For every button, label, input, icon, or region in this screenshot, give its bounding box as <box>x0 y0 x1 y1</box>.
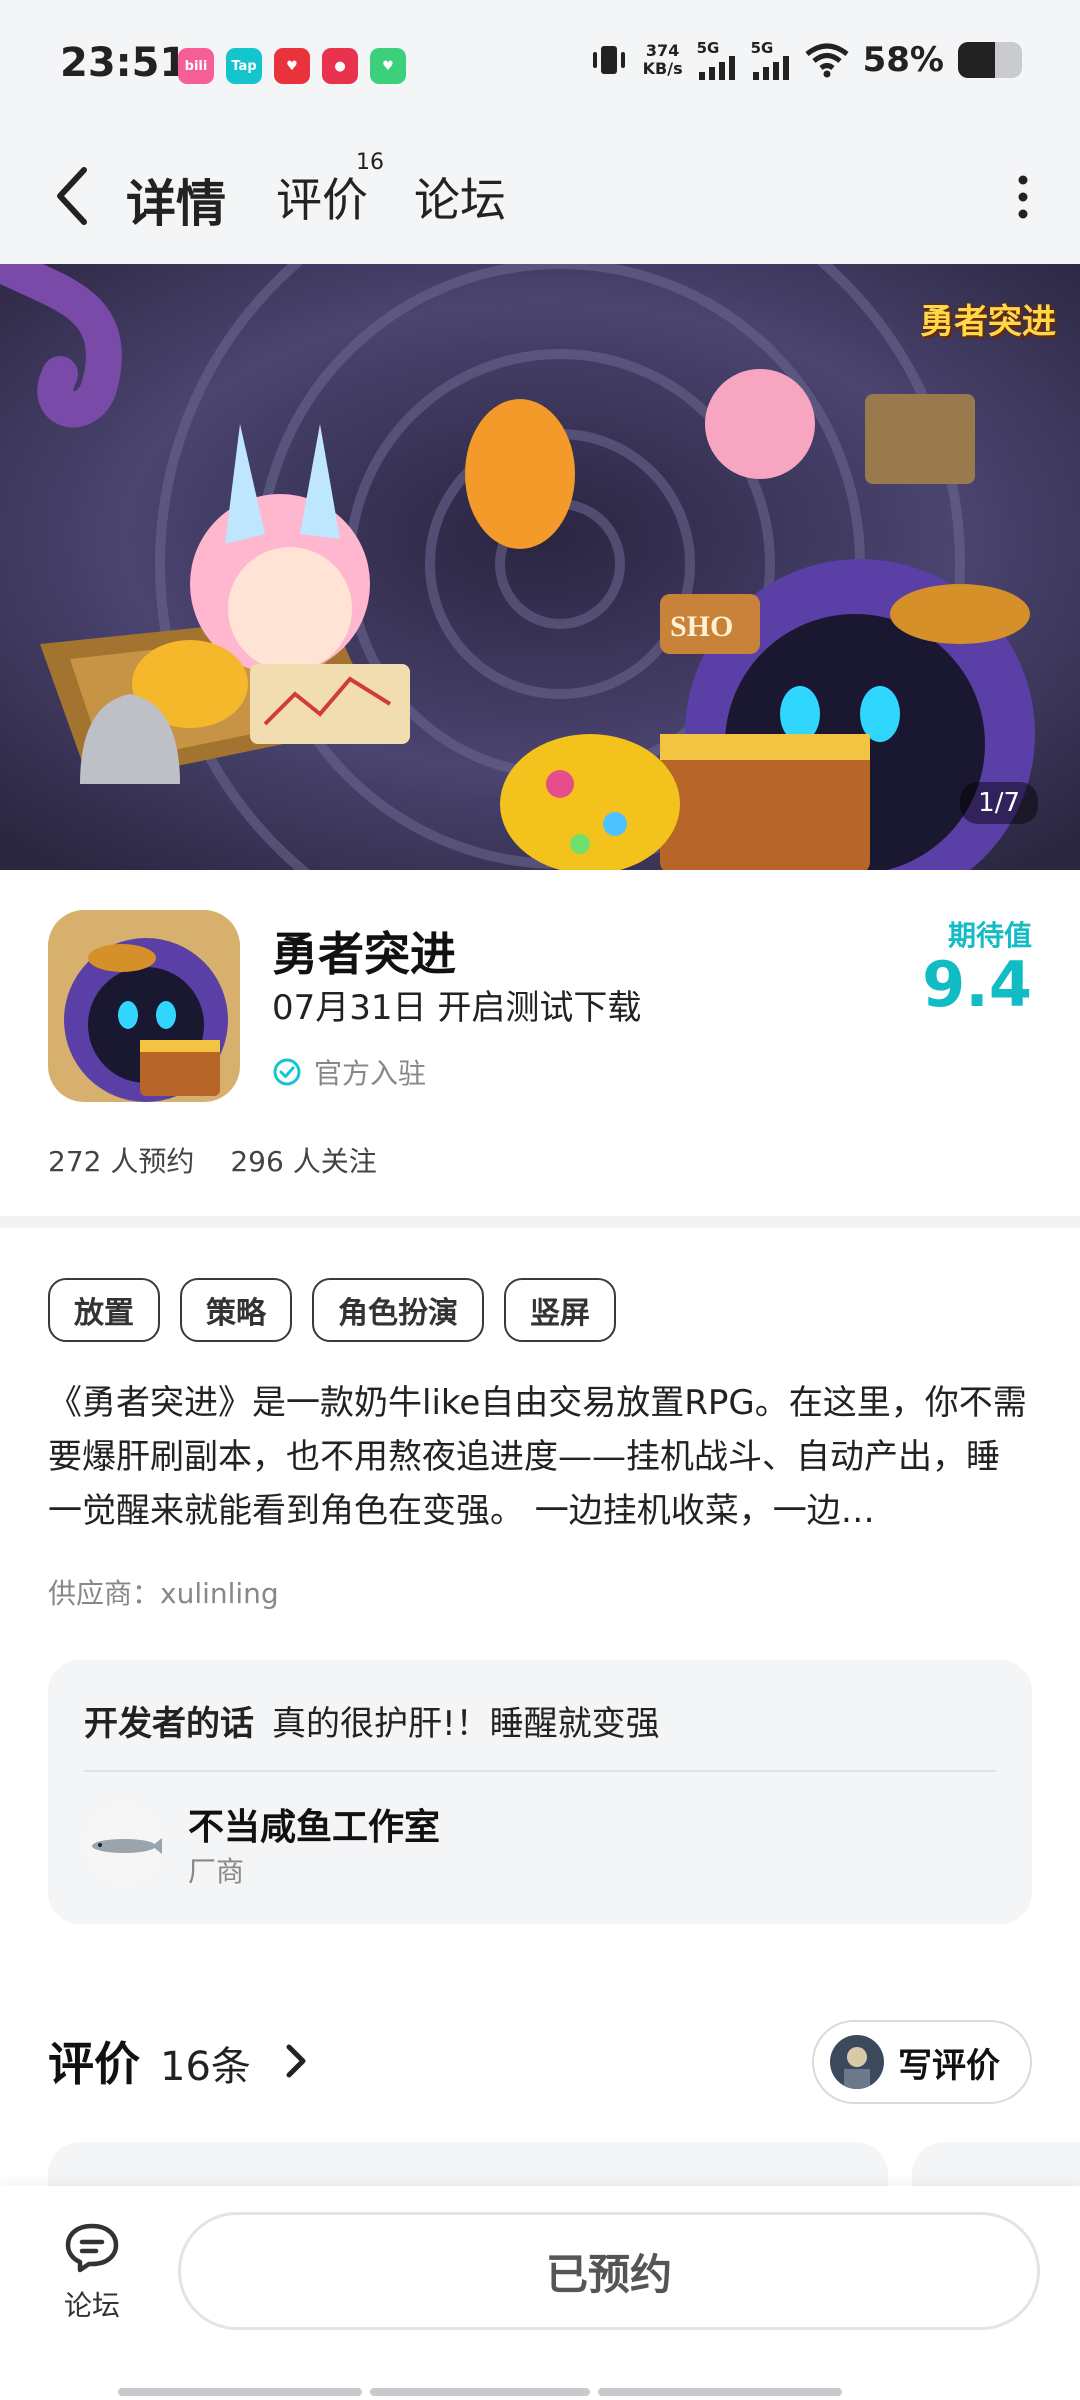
tab-detail[interactable]: 详情 <box>122 164 232 236</box>
write-review-label: 写评价 <box>898 2045 1000 2086</box>
battery-icon <box>958 42 1022 78</box>
verified-check-icon <box>273 1058 301 1086</box>
follower-count: 296 人关注 <box>230 1145 377 1178</box>
tag-rpg[interactable]: 角色扮演 <box>312 1278 484 1342</box>
bilibili-icon: bili <box>178 48 214 84</box>
developer-words: 开发者的话 真的很护肝!！睡醒就变强 <box>84 1696 660 1745</box>
forum-button[interactable]: 论坛 <box>56 2220 128 2324</box>
green-app-icon: ♥ <box>370 48 406 84</box>
vibrate-icon <box>592 46 625 74</box>
screenshot-carousel[interactable]: SHO 勇者突进 1/7 <box>0 264 1080 870</box>
tab-forum[interactable]: 论坛 <box>414 164 506 230</box>
back-arrow-icon[interactable] <box>50 162 94 230</box>
taptap-icon: Tap <box>226 48 262 84</box>
signal-2: 5G <box>750 38 791 80</box>
banner-artwork: SHO <box>0 264 1080 870</box>
developer-words-text: 真的很护肝!！睡醒就变强 <box>272 1704 660 1744</box>
chevron-right-icon <box>286 2044 306 2078</box>
bottom-action-bar: 论坛 已预约 <box>0 2186 1080 2400</box>
game-title: 勇者突进 <box>272 927 456 981</box>
status-right: 374 KB/s 5G 5G 58% <box>589 40 1022 80</box>
banner-game-logo: 勇者突进 <box>920 302 1056 342</box>
official-badge: 官方入驻 <box>272 1052 426 1092</box>
red-app-icon: ● <box>322 48 358 84</box>
forum-icon <box>65 2223 119 2273</box>
signal-icon <box>698 55 735 80</box>
tab-forum-label: 论坛 <box>414 173 506 227</box>
net-speed: 374 KB/s <box>643 42 683 78</box>
game-stats: 272 人预约 296 人关注 <box>48 1140 377 1180</box>
reviews-header[interactable]: 评价 16条 <box>48 2028 311 2094</box>
carousel-counter: 1/7 <box>960 782 1038 824</box>
net-speed-value: 374 <box>645 41 680 60</box>
wifi-icon <box>805 43 849 78</box>
developer-words-label: 开发者的话 <box>84 1704 254 1744</box>
game-description[interactable]: 《勇者突进》是一款奶牛like自由交易放置RPG。在这里，你不需要爆肝刷副本，也… <box>48 1376 1032 1538</box>
official-label: 官方入驻 <box>314 1057 427 1090</box>
more-options-icon[interactable] <box>998 172 1048 222</box>
tag-portrait[interactable]: 竖屏 <box>504 1278 616 1342</box>
developer-avatar[interactable] <box>84 1804 164 1884</box>
notification-icons: bili Tap ♥ ● ♥ <box>178 48 406 84</box>
user-avatar <box>830 2035 884 2089</box>
tab-review-badge: 16 <box>356 150 384 175</box>
game-info: 勇者突进 07月31日 开启测试下载 官方入驻 期待值 9.4 272 人预约 … <box>0 870 1080 1220</box>
gesture-segment <box>370 2388 590 2396</box>
signal-1-label: 5G <box>696 38 720 57</box>
signal-1: 5G <box>696 38 737 80</box>
reservation-count: 272 人预约 <box>48 1145 195 1178</box>
battery-fill <box>958 42 996 78</box>
genre-tags: 放置 策略 角色扮演 竖屏 <box>48 1278 616 1342</box>
battery-text: 58% <box>862 40 944 80</box>
status-time: 23:51 <box>60 40 188 86</box>
expectation-value: 9.4 <box>922 948 1032 1021</box>
card-divider <box>84 1770 996 1772</box>
developer-name[interactable]: 不当咸鱼工作室 <box>188 1798 440 1850</box>
game-app-icon <box>48 910 240 1102</box>
net-speed-unit: KB/s <box>642 59 683 78</box>
gesture-bar <box>118 2388 842 2396</box>
tag-idle[interactable]: 放置 <box>48 1278 160 1342</box>
signal-2-label: 5G <box>750 38 774 57</box>
tab-review[interactable]: 评价 16 <box>276 150 384 230</box>
top-nav: 详情 评价 16 论坛 <box>0 132 1080 264</box>
tag-strategy[interactable]: 策略 <box>180 1278 292 1342</box>
reviews-count: 16条 <box>160 2044 251 2090</box>
write-review-button[interactable]: 写评价 <box>812 2020 1032 2104</box>
developer-card[interactable]: 开发者的话 真的很护肝!！睡醒就变强 不当咸鱼工作室 厂商 <box>48 1660 1032 1924</box>
tab-detail-label: 详情 <box>126 175 226 233</box>
svg-text:SHO: SHO <box>670 610 733 643</box>
reserve-button[interactable]: 已预约 <box>178 2212 1040 2330</box>
signal-icon <box>752 55 789 80</box>
tab-review-label: 评价 <box>276 173 368 227</box>
developer-role: 厂商 <box>188 1855 245 1888</box>
reviews-title: 评价 <box>48 2037 140 2091</box>
section-divider <box>0 1216 1080 1228</box>
expectation-score: 期待值 9.4 <box>922 914 1032 1016</box>
gesture-segment <box>118 2388 362 2396</box>
supplier-info: 供应商：xulinling <box>48 1577 279 1610</box>
gesture-segment <box>598 2388 842 2396</box>
heart-app-icon: ♥ <box>274 48 310 84</box>
release-date: 07月31日 开启测试下载 <box>272 988 642 1028</box>
forum-label: 论坛 <box>63 2289 120 2322</box>
status-bar: 23:51 bili Tap ♥ ● ♥ 374 KB/s 5G 5G 58% <box>0 0 1080 132</box>
